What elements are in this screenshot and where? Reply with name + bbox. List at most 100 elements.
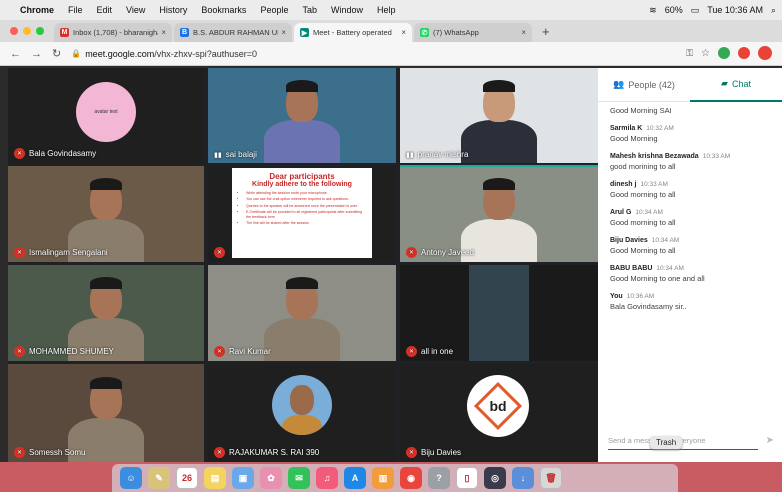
extension-icon[interactable]: [738, 47, 750, 59]
notes-icon[interactable]: ✎: [148, 467, 170, 489]
obs-icon[interactable]: ◎: [484, 467, 506, 489]
menu-view[interactable]: View: [126, 5, 145, 15]
finder-icon[interactable]: ☺: [120, 467, 142, 489]
messages-icon[interactable]: ✉: [288, 467, 310, 489]
participant-tile[interactable]: Dear participants Kindly adhere to the f…: [208, 166, 396, 262]
participant-name: ✕ Bala Govindasamy: [14, 148, 96, 159]
participant-name-label: Ravi Kumar: [229, 347, 271, 356]
menu-app-name[interactable]: Chrome: [20, 5, 54, 15]
forward-icon[interactable]: →: [31, 48, 42, 60]
menu-window[interactable]: Window: [331, 5, 363, 15]
mic-muted-icon: ✕: [14, 346, 25, 357]
close-tab-icon[interactable]: ×: [281, 28, 286, 37]
mic-muted-icon: ✕: [214, 447, 225, 458]
slide-title: Dear participants: [269, 172, 335, 181]
chat-text: Good Morning to all: [610, 246, 676, 255]
participant-name-label: RAJAKUMAR S. RAI 390: [229, 448, 320, 457]
chat-compose-input[interactable]: Send a message to everyone: [608, 432, 758, 450]
participant-tile[interactable]: ▮▮ pranav mishra: [400, 68, 598, 163]
zoom-window-button[interactable]: [36, 27, 44, 35]
participant-body: [461, 120, 537, 163]
participant-name: ✕ all in one: [406, 346, 453, 357]
participant-tile[interactable]: ✕ Somessh Somu: [8, 364, 204, 462]
calendar-icon[interactable]: 26: [176, 467, 198, 489]
spotlight-icon[interactable]: ⌕: [771, 5, 776, 16]
preview-icon[interactable]: ▣: [232, 467, 254, 489]
menu-history[interactable]: History: [159, 5, 187, 15]
menu-help[interactable]: Help: [377, 5, 396, 15]
browser-tab[interactable]: ✆ (7) WhatsApp ×: [414, 23, 532, 42]
participant-tile[interactable]: ✕ Ravi Kumar: [208, 265, 396, 361]
tab-people[interactable]: 👥 People (42): [598, 68, 690, 102]
menu-tab[interactable]: Tab: [302, 5, 317, 15]
participant-name: ✕ RAJAKUMAR S. RAI 390: [214, 447, 319, 458]
meet-icon: ▶: [300, 28, 309, 37]
people-label: People (42): [628, 79, 675, 90]
participant-tile[interactable]: avatar text ✕ Bala Govindasamy: [8, 68, 204, 163]
music-icon[interactable]: ♫: [316, 467, 338, 489]
participant-name-label: Biju Davies: [421, 448, 462, 457]
menu-people[interactable]: People: [260, 5, 288, 15]
tab-bar: MInbox (1,708) - bharanigha@...×BB.S. AB…: [0, 20, 782, 42]
tab-chat[interactable]: ▰ Chat: [690, 68, 782, 102]
key-icon[interactable]: ⚿: [686, 48, 693, 59]
close-tab-icon[interactable]: ×: [521, 28, 526, 37]
browser-tab[interactable]: B B.S. ABDUR RAHMAN UNIVE...×: [174, 23, 292, 42]
books-icon[interactable]: ▥: [372, 467, 394, 489]
chat-message: Sarmila K 10:32 AM Good Morning: [610, 125, 770, 143]
trash-icon[interactable]: 🗑: [540, 467, 562, 489]
battery-icon[interactable]: ▭: [691, 5, 700, 16]
clock[interactable]: Tue 10:36 AM: [707, 5, 763, 15]
back-icon[interactable]: ←: [10, 48, 21, 60]
participant-hair: [286, 80, 318, 93]
downloads-icon[interactable]: ↓: [512, 467, 534, 489]
appstore-icon[interactable]: A: [344, 467, 366, 489]
speaking-icon: ▮▮: [214, 151, 222, 159]
bookmark-star-icon[interactable]: ☆: [701, 48, 710, 59]
speaking-icon: ▮▮: [406, 151, 414, 159]
document-icon[interactable]: ▯: [456, 467, 478, 489]
tab-title: B.S. ABDUR RAHMAN UNIVE...: [193, 28, 278, 37]
help-icon[interactable]: ?: [428, 467, 450, 489]
browser-tab[interactable]: M Inbox (1,708) - bharanigha@...×: [54, 23, 172, 42]
mic-muted-icon: ✕: [406, 346, 417, 357]
chat-sender: Biju Davies 10:34 AM: [610, 237, 680, 244]
wifi-icon[interactable]: ≋: [649, 5, 657, 16]
participant-tile[interactable]: ✕ Ismalingam Sengalani: [8, 166, 204, 262]
minimize-window-button[interactable]: [23, 27, 31, 35]
url-field[interactable]: meet.google.com/vhx-zhxv-spi?authuser=0: [85, 49, 257, 59]
close-tab-icon[interactable]: ×: [401, 28, 406, 37]
reload-icon[interactable]: ↻: [52, 47, 61, 60]
battery-percent[interactable]: 60%: [665, 5, 683, 15]
chat-sender: Sarmila K 10:32 AM: [610, 125, 674, 132]
participant-tile[interactable]: ✕ RAJAKUMAR S. RAI 390: [208, 364, 396, 462]
participant-tile[interactable]: ✕ all in one: [400, 265, 598, 361]
tab-title: Inbox (1,708) - bharanigha@...: [73, 28, 158, 37]
participant-tile[interactable]: ✕ MOHAMMED SHUMEY: [8, 265, 204, 361]
participant-hair: [286, 277, 318, 290]
extension-icon[interactable]: [718, 47, 730, 59]
participant-tile[interactable]: bdbd ✕ Biju Davies: [400, 364, 598, 462]
participant-hair: [483, 178, 515, 191]
send-icon[interactable]: ➤: [766, 435, 774, 446]
close-tab-icon[interactable]: ×: [161, 28, 166, 37]
new-tab-button[interactable]: +: [542, 22, 550, 42]
participant-name: ✕ Antony Javeed: [406, 247, 474, 258]
browser-tab[interactable]: ▶ Meet - Battery operated ×: [294, 23, 412, 42]
close-window-button[interactable]: [10, 27, 18, 35]
lock-icon[interactable]: 🔒: [71, 49, 81, 58]
profile-avatar[interactable]: [758, 46, 772, 60]
slide-subtitle: Kindly adhere to the following: [252, 181, 352, 188]
chat-message: Arul G 10:34 AM Good morning to all: [610, 209, 770, 227]
menu-edit[interactable]: Edit: [97, 5, 113, 15]
photos-icon[interactable]: ✿: [260, 467, 282, 489]
participant-tile[interactable]: ✕ Antony Javeed: [400, 166, 598, 262]
menu-file[interactable]: File: [68, 5, 83, 15]
menu-bookmarks[interactable]: Bookmarks: [201, 5, 246, 15]
participant-tile[interactable]: ▮▮ sai balaji: [208, 68, 396, 163]
chat-time: 10:33 AM: [702, 153, 731, 160]
stickies-icon[interactable]: ▤: [204, 467, 226, 489]
window-controls: [10, 20, 44, 42]
chrome-icon[interactable]: ◉: [400, 467, 422, 489]
chat-sender: Mahesh krishna Bezawada 10:33 AM: [610, 153, 731, 160]
